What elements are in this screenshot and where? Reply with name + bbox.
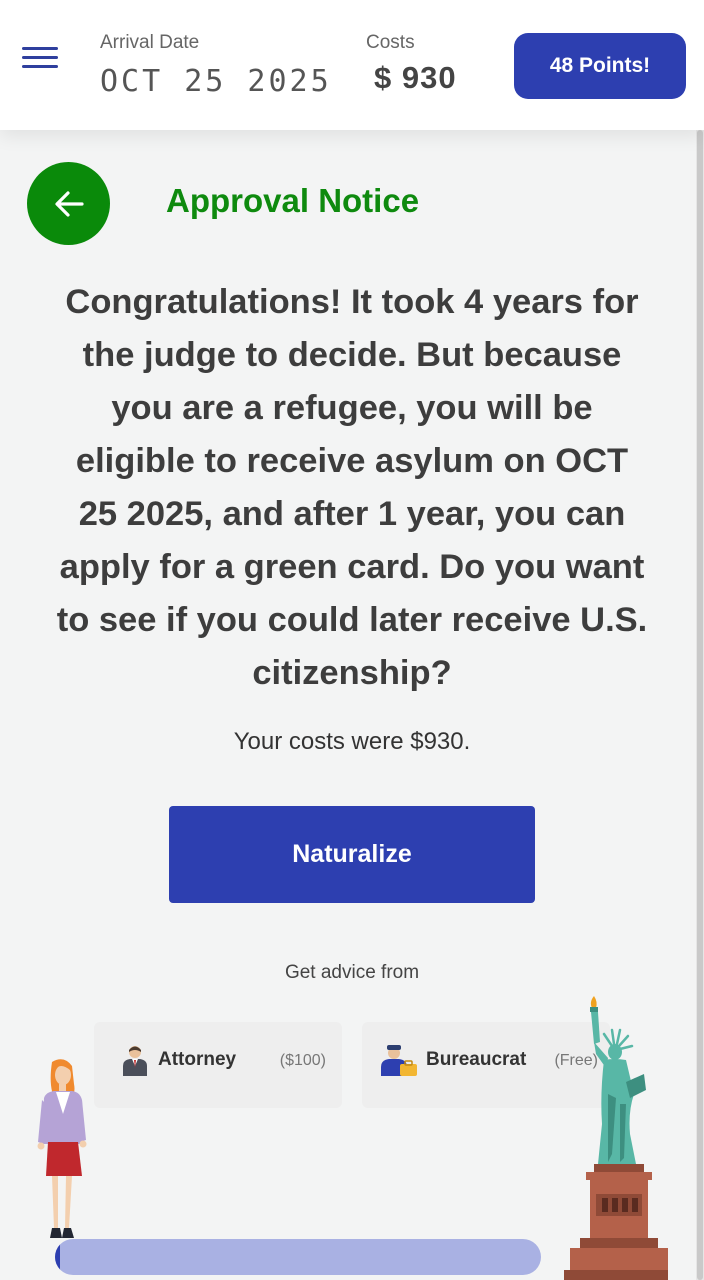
attorney-icon (123, 1046, 147, 1076)
costs-label: Costs (366, 32, 415, 53)
costs-value: $ 930 (374, 60, 457, 95)
woman-illustration (37, 1059, 87, 1238)
scrollbar-thumb[interactable] (697, 130, 703, 1280)
costs-summary: Your costs were $930. (233, 728, 471, 755)
statue-of-liberty-illustration (564, 996, 668, 1280)
progress-bar (55, 1239, 541, 1275)
advisor-name: Attorney (158, 1049, 237, 1070)
advice-label: Get advice from (284, 962, 420, 983)
advisor-price: ($100) (279, 1052, 326, 1069)
naturalize-button[interactable]: Naturalize (169, 806, 535, 903)
page-title: Approval Notice (166, 182, 420, 219)
hamburger-menu-icon[interactable] (22, 44, 58, 72)
arrow-left-icon (54, 190, 84, 217)
bureaucrat-icon (381, 1045, 417, 1076)
top-bar: Arrival Date OCT 25 2025 Costs $ 930 48 … (0, 0, 704, 130)
advisor-attorney-button[interactable]: Attorney ($100) (94, 1022, 342, 1108)
arrival-date-value: OCT 25 2025 (100, 64, 332, 99)
progress-bar-fill (55, 1239, 60, 1275)
advisor-name: Bureaucrat (426, 1049, 527, 1070)
approval-message: Congratulations! It took 4 years for the… (56, 283, 648, 692)
arrival-date-label: Arrival Date (100, 32, 200, 53)
back-button[interactable] (27, 162, 110, 245)
points-button[interactable]: 48 Points! (514, 33, 686, 99)
